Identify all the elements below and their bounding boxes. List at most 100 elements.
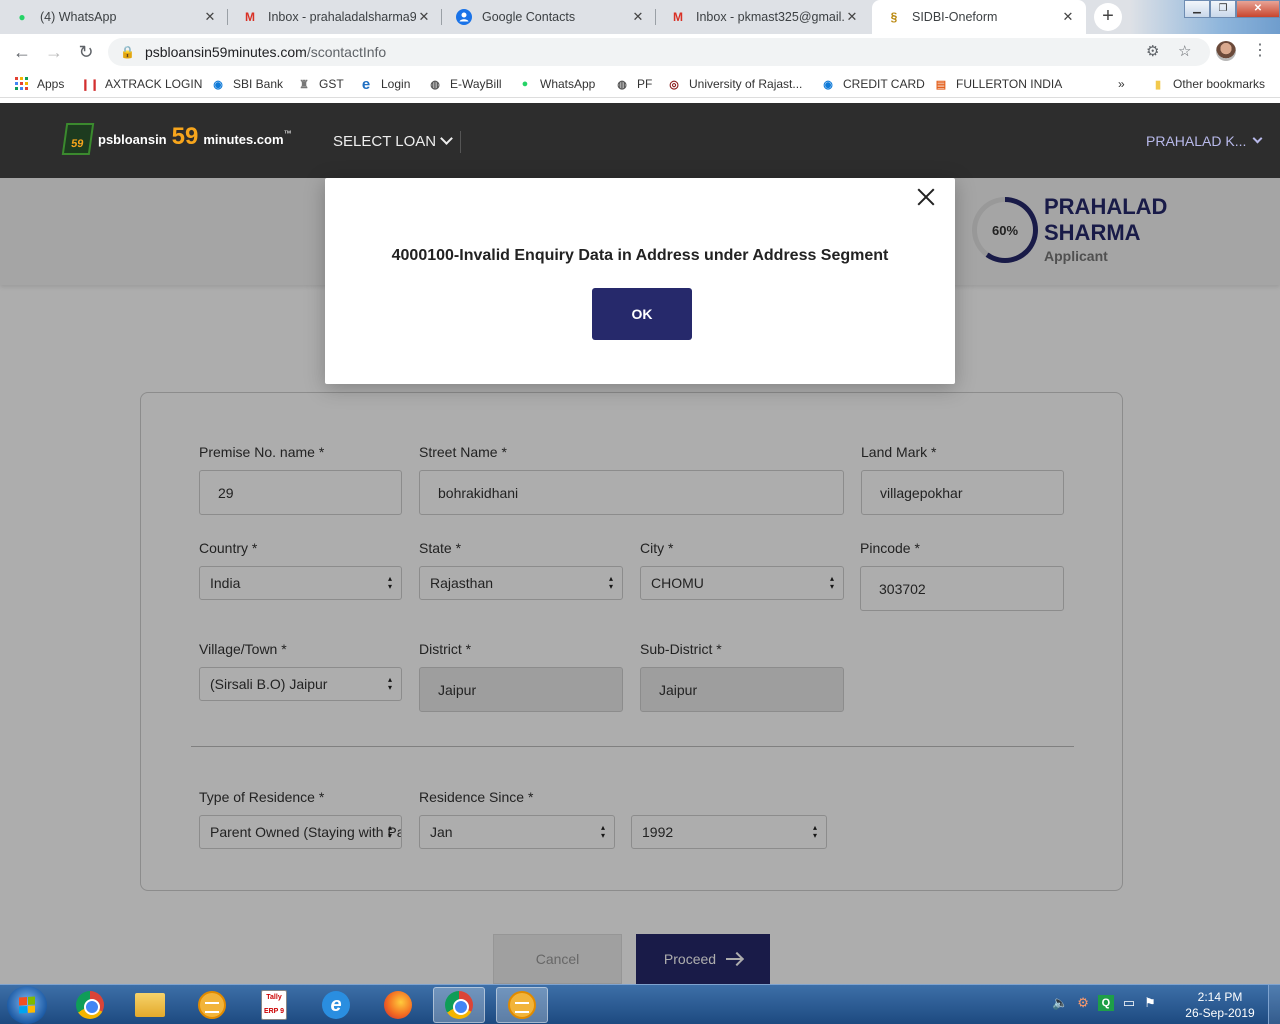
globe-icon: ◍ [617,78,627,91]
tab-title: Google Contacts [482,10,576,24]
bookmark-whatsapp[interactable]: ● WhatsApp [517,75,596,93]
taskbar-chrome[interactable] [64,987,116,1023]
bookmarks-overflow[interactable]: » [1118,75,1125,93]
taskbar-explorer[interactable] [124,987,176,1023]
address-bar[interactable]: 🔒 psbloansin59minutes.com /scontactInfo [108,38,1210,66]
taskbar-emclient-active[interactable] [496,987,548,1023]
axtrack-icon: ❙❙ [80,78,100,91]
display-icon[interactable]: ▭ [1123,995,1135,1011]
ie-icon: e [361,75,371,93]
bookmark-label: WhatsApp [540,77,596,91]
bookmark-ewaybill[interactable]: ◍ E-WayBill [427,75,502,93]
logo-text: minutes.com [203,131,284,147]
select-loan-dropdown[interactable]: SELECT LOAN [333,132,453,150]
reload-icon[interactable]: ↻ [74,40,98,64]
error-message: 4000100-Invalid Enquiry Data in Address … [391,247,889,264]
user-name: PRAHALAD K... [1146,133,1247,149]
bookmark-label: University of Rajast... [689,77,803,91]
chrome-icon [76,991,104,1019]
tab-google-contacts[interactable]: Google Contacts ✕ [442,0,656,34]
tab-gmail-2[interactable]: M Inbox - pkmast325@gmail.co ✕ [656,0,870,34]
bookmark-label: FULLERTON INDIA [956,77,1063,91]
taskbar-tally[interactable]: Tally ERP 9 [248,987,300,1023]
emblem-icon: ♜ [299,78,309,91]
show-desktop-button[interactable] [1268,985,1280,1024]
internet-explorer-icon: e [322,991,350,1019]
whatsapp-icon: ● [18,10,26,24]
taskbar-ie[interactable]: e [310,987,362,1023]
browser-tab-bar: ● (4) WhatsApp ✕ M Inbox - prahaladalsha… [0,0,1280,34]
gmail-icon: M [673,10,683,24]
taskbar-chrome-active[interactable] [433,987,485,1023]
bookmark-other[interactable]: ▮ Other bookmarks [1150,75,1265,93]
action-center-flag-icon[interactable]: ⚑ [1144,995,1156,1011]
bookmark-label: AXTRACK LOGIN [105,77,203,91]
firefox-icon [384,991,412,1019]
bookmark-sbi-bank[interactable]: ◉ SBI Bank [210,75,283,93]
forward-arrow-icon[interactable]: → [42,40,66,64]
back-arrow-icon[interactable]: ← [10,40,34,64]
browser-menu-icon[interactable]: ⋮ [1252,41,1268,61]
new-tab-button[interactable]: + [1094,3,1122,31]
tab-sidbi-oneform[interactable]: § SIDBI-Oneform ✕ [872,0,1086,34]
start-button[interactable] [7,986,47,1024]
windows-taskbar: Tally ERP 9 e 🔈 ⚙ Q ▭ ⚑ 2:14 PM 26-Sep-2… [0,984,1280,1024]
chrome-icon [445,991,473,1019]
lock-icon: 🔒 [120,45,135,59]
close-icon[interactable]: ✕ [1060,9,1076,25]
close-icon[interactable] [915,186,937,208]
bookmark-university[interactable]: ◎ University of Rajast... [666,75,802,93]
bookmark-gst[interactable]: ♜ GST [296,75,344,93]
system-clock[interactable]: 2:14 PM 26-Sep-2019 [1180,989,1260,1021]
logo-text: psbloansin [98,131,167,147]
folder-icon: ▮ [1154,78,1162,91]
bookmark-label: SBI Bank [233,77,284,91]
bookmark-apps[interactable]: Apps [14,75,64,93]
whatsapp-icon: ● [521,78,529,90]
window-controls: ▁ ❐ ✕ [1184,0,1280,18]
error-dialog: 4000100-Invalid Enquiry Data in Address … [325,178,955,384]
bookmark-label: CREDIT CARD [843,77,925,91]
logo-number: 59 [171,123,199,150]
minimize-button[interactable]: ▁ [1184,0,1210,18]
tab-gmail-1[interactable]: M Inbox - prahaladalsharma900 ✕ [228,0,442,34]
bookmark-axtrack[interactable]: ❙❙ AXTRACK LOGIN [80,75,203,93]
bookmark-credit-card[interactable]: ◉ CREDIT CARD [820,75,925,93]
quickheal-icon[interactable]: Q [1097,995,1114,1011]
close-icon[interactable]: ✕ [416,9,432,25]
clock-date: 26-Sep-2019 [1185,1006,1255,1020]
bookmark-login[interactable]: e Login [358,75,411,93]
header-divider [460,131,461,153]
bookmark-label: E-WayBill [450,77,502,91]
volume-icon[interactable]: 🔈 [1052,995,1068,1011]
bookmark-pf[interactable]: ◍ PF [614,75,652,93]
windows-logo-icon [19,996,35,1014]
profile-avatar[interactable] [1216,41,1236,61]
close-icon[interactable]: ✕ [630,9,646,25]
window-close-button[interactable]: ✕ [1236,0,1280,18]
tab-whatsapp[interactable]: ● (4) WhatsApp ✕ [0,0,228,34]
network-icon[interactable]: ⚙ [1077,995,1089,1011]
close-icon[interactable]: ✕ [202,9,218,25]
site-logo[interactable]: 59 psbloansin 59 minutes.com ™ [61,123,292,155]
sidbi-icon: § [890,10,898,24]
system-tray: 🔈 ⚙ Q ▭ ⚑ [1052,995,1156,1011]
bookmark-label: Login [381,77,411,91]
close-icon[interactable]: ✕ [844,9,860,25]
site-settings-icon[interactable]: ⚙ [1146,42,1159,60]
email-client-icon [508,991,536,1019]
sbi-icon: ◉ [213,78,223,91]
user-menu[interactable]: PRAHALAD K... [1146,133,1263,149]
chevron-down-icon [440,132,453,145]
tab-title: SIDBI-Oneform [912,10,998,24]
restore-button[interactable]: ❐ [1210,0,1236,18]
bookmark-star-icon[interactable]: ☆ [1178,42,1191,60]
ok-button[interactable]: OK [592,288,692,340]
email-client-icon [198,991,226,1019]
tally-icon: Tally ERP 9 [261,990,287,1020]
bookmark-fullerton[interactable]: ▤ FULLERTON INDIA [933,75,1062,93]
logo-badge: 59 [61,123,95,155]
taskbar-emclient[interactable] [186,987,238,1023]
taskbar-firefox[interactable] [372,987,424,1023]
gmail-icon: M [245,10,255,24]
